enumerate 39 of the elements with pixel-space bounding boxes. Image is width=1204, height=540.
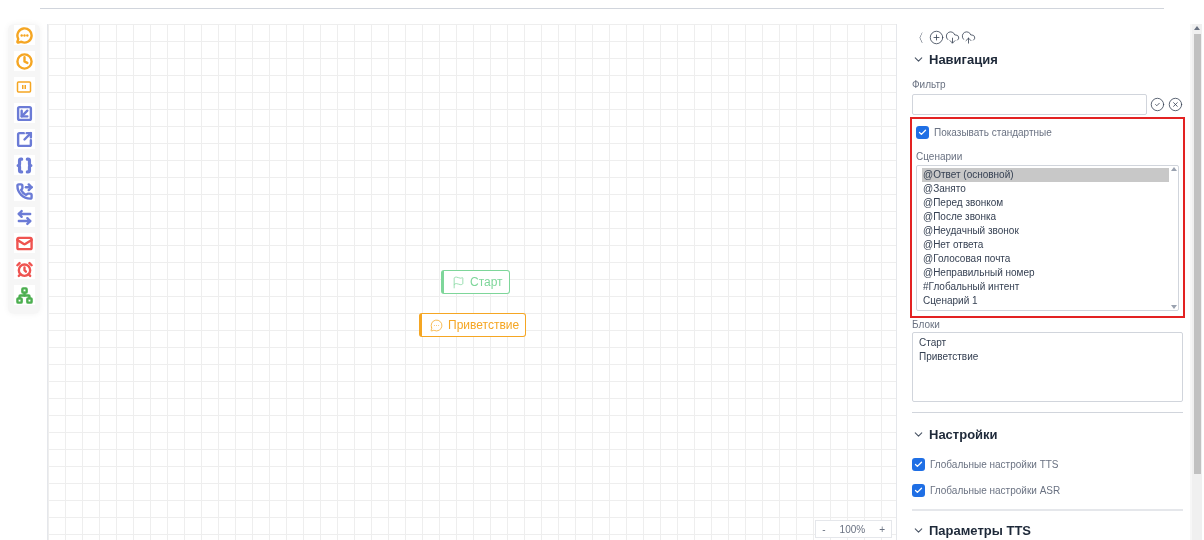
scenario-item[interactable]: @Нет ответа xyxy=(922,237,1169,252)
checkbox-label: Глобальные настройки ASR xyxy=(930,483,1061,498)
node-label: Приветствие xyxy=(448,317,520,334)
field-label: Блоки xyxy=(912,317,941,332)
zoom-in-button[interactable]: + xyxy=(879,521,885,537)
checkbox-label: Глобальные настройки TTS xyxy=(930,457,1059,472)
checkbox[interactable] xyxy=(912,483,925,497)
section-title[interactable]: Настройки xyxy=(929,425,998,445)
clear-icon[interactable] xyxy=(1168,96,1183,112)
scenario-item[interactable]: @Перед звонком xyxy=(922,195,1169,210)
confirm-icon[interactable] xyxy=(1150,96,1166,112)
section-title[interactable]: Навигация xyxy=(929,50,998,70)
add-icon[interactable] xyxy=(929,30,944,45)
checkbox[interactable] xyxy=(916,125,929,139)
scenario-item[interactable]: Сценарий 1 xyxy=(922,293,1169,308)
node-label: Старт xyxy=(470,274,503,291)
block-item[interactable]: Приветствие xyxy=(919,349,1182,364)
scenario-item[interactable]: @Ответ (основной) xyxy=(922,167,1169,182)
section-title[interactable]: Параметры TTS xyxy=(929,520,1031,540)
scenario-item[interactable]: @После звонка xyxy=(922,209,1169,224)
scrollbar[interactable] xyxy=(1192,24,1202,540)
collapse-button[interactable]: 〈 xyxy=(912,31,924,44)
scenario-item[interactable]: @Неправильный номер xyxy=(922,265,1169,280)
scenario-item[interactable]: @Голосовая почта xyxy=(922,251,1169,266)
filter-field[interactable] xyxy=(912,93,1148,115)
zoom-out-button[interactable]: - xyxy=(822,521,826,537)
scenario-item[interactable]: @Занято xyxy=(922,181,1169,196)
block-item[interactable]: Старт xyxy=(919,335,1182,350)
chat-bubble-icon xyxy=(430,318,443,332)
checkbox[interactable] xyxy=(912,457,925,471)
cloud-upload-icon[interactable] xyxy=(961,30,976,45)
field-label: Фильтр xyxy=(912,77,947,92)
zoom-level: 100% xyxy=(839,522,866,537)
scenario-item[interactable]: @Неудачный звонок xyxy=(922,223,1169,238)
cloud-download-icon[interactable] xyxy=(945,30,960,45)
checkbox-label: Показывать стандартные xyxy=(934,125,1052,140)
scenario-item[interactable]: #Глобальный интент xyxy=(922,279,1169,294)
flag-icon xyxy=(452,275,465,289)
field-label: Сценарии xyxy=(916,149,964,164)
